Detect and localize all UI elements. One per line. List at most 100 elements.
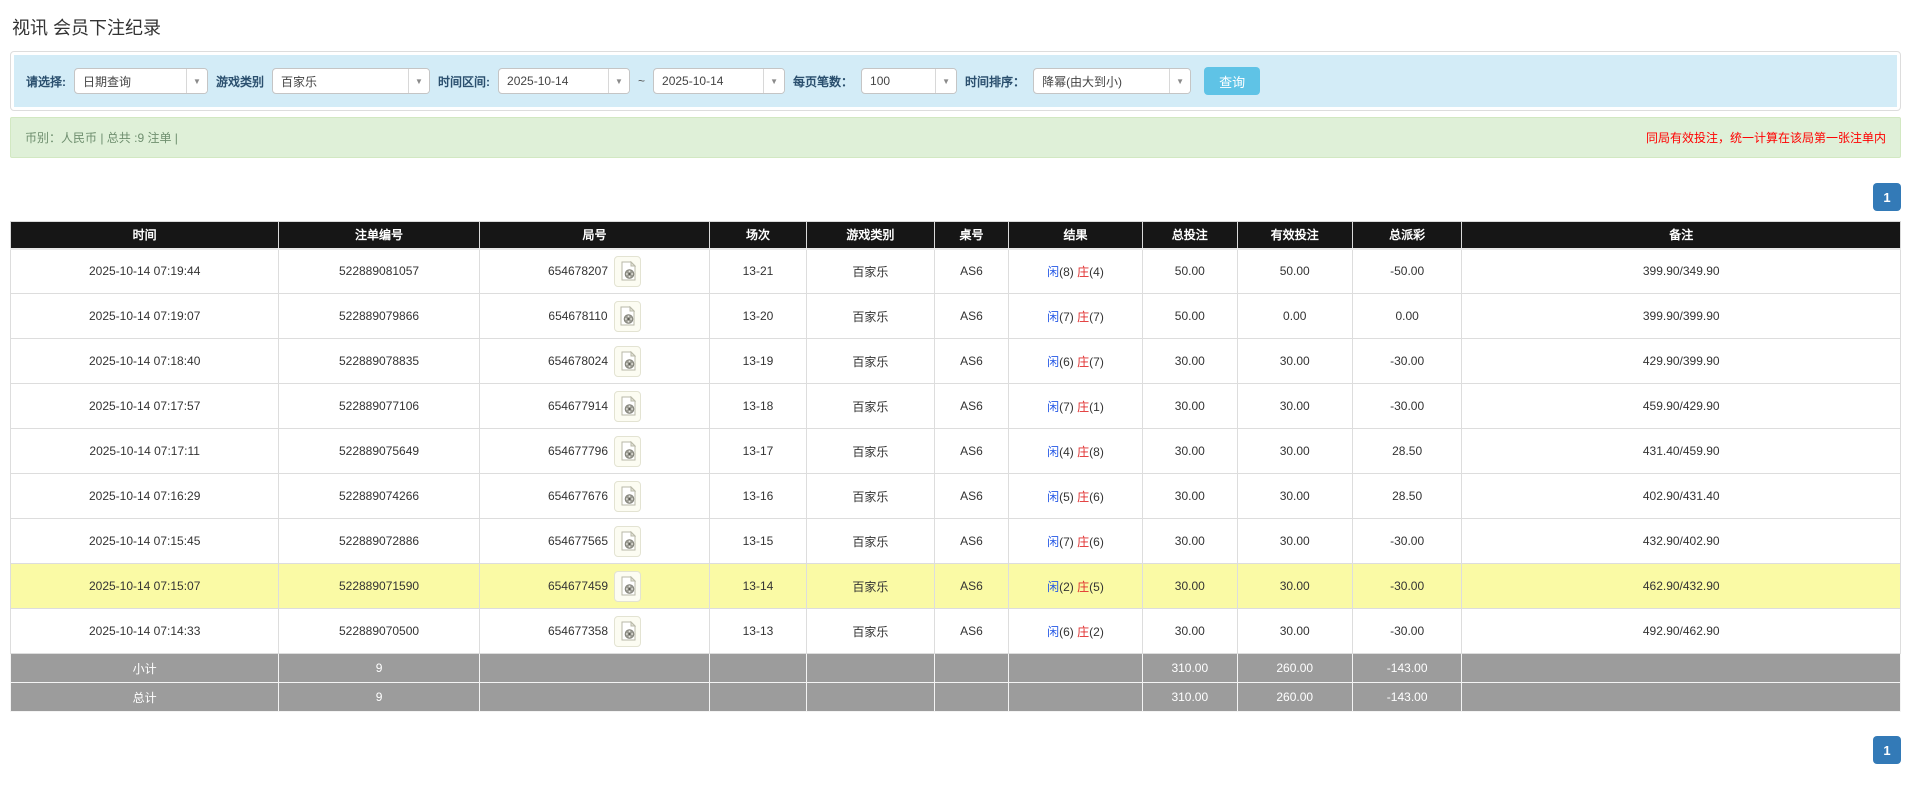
chevron-down-icon[interactable]: ▼ — [608, 69, 629, 93]
cell-game-type: 百家乐 — [806, 339, 935, 384]
cell-total-bet[interactable]: 30.00 — [1143, 474, 1238, 519]
search-button[interactable]: 查询 — [1204, 67, 1260, 95]
video-record-button[interactable] — [614, 391, 641, 422]
cell-result: 闲(6) 庄(7) — [1008, 339, 1142, 384]
cell-session: 13-20 — [710, 294, 806, 339]
table-row: 2025-10-14 07:15:07522889071590654677459… — [11, 564, 1901, 609]
cell-total-bet[interactable]: 30.00 — [1143, 384, 1238, 429]
round-id: 654677796 — [548, 444, 608, 458]
banker-label: 庄 — [1077, 625, 1089, 639]
cell-table: AS6 — [935, 384, 1009, 429]
video-record-icon — [620, 576, 636, 596]
cell-table: AS6 — [935, 249, 1009, 294]
video-record-button[interactable] — [614, 571, 641, 602]
table-row: 2025-10-14 07:17:11522889075649654677796… — [11, 429, 1901, 474]
subtotal-count: 9 — [279, 654, 479, 683]
cell-remark: 431.40/459.90 — [1462, 429, 1901, 474]
chevron-down-icon[interactable]: ▼ — [763, 69, 784, 93]
round-cell: 654677676 — [484, 481, 706, 512]
chevron-down-icon[interactable]: ▼ — [935, 69, 956, 93]
game-type-select[interactable]: 百家乐 ▼ — [272, 68, 430, 94]
cell-time: 2025-10-14 07:16:29 — [11, 474, 279, 519]
cell-result: 闲(8) 庄(4) — [1008, 249, 1142, 294]
total-total-bet: 310.00 — [1143, 683, 1238, 712]
cell-bet-id: 522889079866 — [279, 294, 479, 339]
cell-total-bet[interactable]: 30.00 — [1143, 564, 1238, 609]
video-record-button[interactable] — [614, 346, 641, 377]
round-cell: 654677914 — [484, 391, 706, 422]
player-score: (7) — [1059, 400, 1074, 414]
cell-session: 13-16 — [710, 474, 806, 519]
chevron-down-icon[interactable]: ▼ — [186, 69, 207, 93]
cell-result: 闲(7) 庄(7) — [1008, 294, 1142, 339]
video-record-button[interactable] — [614, 301, 641, 332]
banker-label: 庄 — [1077, 535, 1089, 549]
cell-round: 654677358 — [479, 609, 710, 654]
cell-round: 654677565 — [479, 519, 710, 564]
cell-round: 654678110 — [479, 294, 710, 339]
cell-time: 2025-10-14 07:19:44 — [11, 249, 279, 294]
video-record-icon — [620, 621, 636, 641]
cell-valid-bet: 30.00 — [1237, 384, 1352, 429]
cell-round: 654677796 — [479, 429, 710, 474]
subtotal-label: 小计 — [11, 654, 279, 683]
chevron-down-icon[interactable]: ▼ — [408, 69, 429, 93]
cell-time: 2025-10-14 07:19:07 — [11, 294, 279, 339]
header-col-time: 时间 — [11, 222, 279, 249]
cell-session: 13-13 — [710, 609, 806, 654]
page-size-select[interactable]: 100 ▼ — [861, 68, 957, 94]
cell-valid-bet: 30.00 — [1237, 564, 1352, 609]
video-record-icon — [620, 486, 636, 506]
video-record-button[interactable] — [614, 616, 641, 647]
video-record-button[interactable] — [614, 256, 641, 287]
cell-time: 2025-10-14 07:14:33 — [11, 609, 279, 654]
cell-total-bet[interactable]: 30.00 — [1143, 609, 1238, 654]
cell-total-bet[interactable]: 30.00 — [1143, 429, 1238, 474]
cell-total-bet[interactable]: 50.00 — [1143, 294, 1238, 339]
cell-table-empty — [935, 683, 1009, 712]
cell-session: 13-18 — [710, 384, 806, 429]
query-type-select[interactable]: 日期查询 ▼ — [74, 68, 208, 94]
cell-session: 13-15 — [710, 519, 806, 564]
total-label: 总计 — [11, 683, 279, 712]
cell-payout: 28.50 — [1352, 429, 1462, 474]
cell-total-bet[interactable]: 50.00 — [1143, 249, 1238, 294]
cell-result: 闲(7) 庄(1) — [1008, 384, 1142, 429]
video-record-button[interactable] — [614, 436, 641, 467]
round-cell: 654678207 — [484, 256, 706, 287]
page-1-button[interactable]: 1 — [1873, 736, 1901, 764]
video-record-button[interactable] — [614, 481, 641, 512]
cell-bet-id: 522889074266 — [279, 474, 479, 519]
date-from-select[interactable]: 2025-10-14 ▼ — [498, 68, 630, 94]
sort-order-select[interactable]: 降幂(由大到小) ▼ — [1033, 68, 1191, 94]
cell-round: 654678024 — [479, 339, 710, 384]
cell-remark-empty — [1462, 654, 1901, 683]
header-col-payout: 总派彩 — [1352, 222, 1462, 249]
cell-table: AS6 — [935, 609, 1009, 654]
cell-remark: 432.90/402.90 — [1462, 519, 1901, 564]
date-to-select[interactable]: 2025-10-14 ▼ — [653, 68, 785, 94]
video-record-icon — [620, 261, 636, 281]
banker-score: (5) — [1089, 580, 1104, 594]
player-label: 闲 — [1047, 400, 1059, 414]
page-1-button[interactable]: 1 — [1873, 183, 1901, 211]
video-record-button[interactable] — [614, 526, 641, 557]
header-col-remark: 备注 — [1462, 222, 1901, 249]
currency-total-text: 币别：人民币 | 总共 :9 注单 | — [25, 129, 178, 146]
cell-total-bet[interactable]: 30.00 — [1143, 339, 1238, 384]
cell-game-type: 百家乐 — [806, 519, 935, 564]
cell-total-bet[interactable]: 30.00 — [1143, 519, 1238, 564]
cell-valid-bet: 30.00 — [1237, 474, 1352, 519]
header-col-session: 场次 — [710, 222, 806, 249]
cell-result: 闲(5) 庄(6) — [1008, 474, 1142, 519]
cell-valid-bet: 50.00 — [1237, 249, 1352, 294]
cell-payout: -30.00 — [1352, 519, 1462, 564]
chevron-down-icon[interactable]: ▼ — [1169, 69, 1190, 93]
cell-result-empty — [1008, 654, 1142, 683]
table-row: 2025-10-14 07:17:57522889077106654677914… — [11, 384, 1901, 429]
cell-session: 13-14 — [710, 564, 806, 609]
summary-bar: 币别：人民币 | 总共 :9 注单 | 同局有效投注，统一计算在该局第一张注单内 — [10, 117, 1901, 158]
cell-game-type: 百家乐 — [806, 294, 935, 339]
cell-round: 654677459 — [479, 564, 710, 609]
cell-round-empty — [479, 654, 710, 683]
